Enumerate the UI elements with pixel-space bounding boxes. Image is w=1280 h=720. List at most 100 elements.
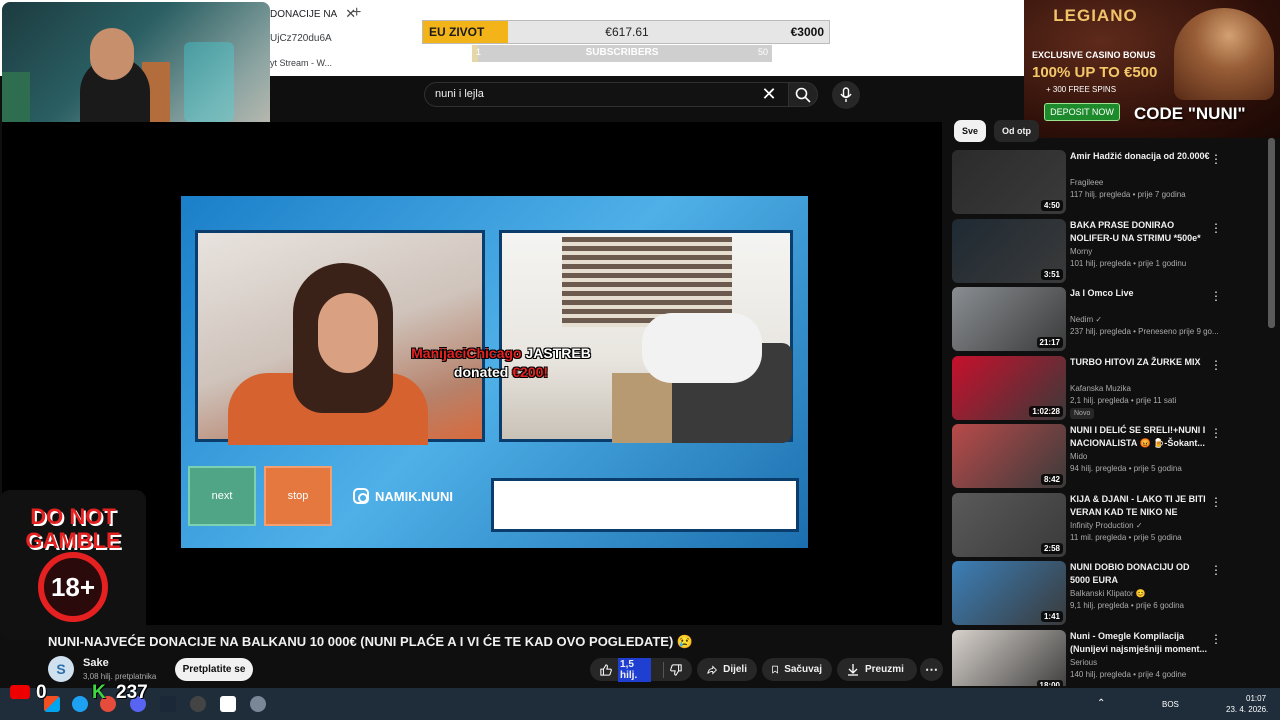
rec-title[interactable]: KIJA & DJANI - LAKO TI JE BITI VERAN KAD… <box>1070 493 1212 519</box>
obs-icon[interactable] <box>190 696 206 712</box>
search-input[interactable]: nuni i lejla <box>424 82 790 107</box>
more-vert-icon[interactable]: ⋮ <box>1210 289 1222 303</box>
rec-channel[interactable]: Morny <box>1070 247 1092 256</box>
video-pane-right <box>499 230 793 443</box>
bookmark-icon <box>772 665 778 674</box>
rec-channel[interactable]: Nedim ✓ <box>1070 315 1102 324</box>
more-actions-button[interactable]: ⋯ <box>920 658 943 681</box>
ad-brand: LEGIANO <box>1053 6 1138 25</box>
rec-title[interactable]: BAKA PRASE DONIRAO NOLIFER-U NA STRIMU *… <box>1070 219 1212 245</box>
donation-goal-bar: €617.61 EU ZIVOT €3000 <box>422 20 830 44</box>
channel-name[interactable]: Sake <box>83 657 109 669</box>
clear-search-icon[interactable]: ✕ <box>760 84 778 104</box>
subscribe-button[interactable]: Pretplatite se <box>175 658 253 681</box>
video-thumbnail[interactable]: 21:17 <box>952 287 1066 351</box>
video-thumbnail[interactable]: 2:58 <box>952 492 1066 557</box>
duration-badge: 4:50 <box>1040 200 1063 211</box>
rec-channel[interactable]: Fragileee <box>1070 178 1103 187</box>
duration-badge: 2:58 <box>1040 542 1063 554</box>
list-item[interactable]: 1:41 NUNI DOBIO DONACIJU OD 5000 EURA Balk… <box>952 561 1270 625</box>
rec-title[interactable]: NUNI DOBIO DONACIJU OD 5000 EURA <box>1070 561 1212 587</box>
rec-title[interactable]: TURBO HITOVI ZA ŽURKE MIX <box>1070 356 1212 369</box>
new-tab-button[interactable]: + <box>352 4 361 22</box>
list-item[interactable]: 21:17 Ja I Omco Live Nedim ✓ 237 hilj. preg… <box>952 287 1270 351</box>
search-query: nuni i lejla <box>435 88 484 100</box>
voice-search-button[interactable] <box>832 81 860 109</box>
rec-title[interactable]: Nuni - Omegle Kompilacija (Nunijevi najs… <box>1070 630 1212 656</box>
donor-name: ManijaciChicago <box>411 345 522 361</box>
chip-uploader[interactable]: Od otp <box>994 120 1040 142</box>
ad-line1: EXCLUSIVE CASINO BONUS <box>1032 50 1156 60</box>
share-button[interactable]: Dijeli <box>697 658 757 681</box>
list-item[interactable]: 2:58 KIJA & DJANI - LAKO TI JE BITI VERAN… <box>952 492 1270 557</box>
bookmark-item[interactable]: yt Stream - W... <box>270 58 332 68</box>
duration-badge: 21:17 <box>1036 337 1063 348</box>
rec-meta: 101 hilj. pregleda • prije 1 godinu <box>1070 258 1187 268</box>
sidebar-scrollbar[interactable] <box>1268 138 1275 328</box>
language-indicator[interactable]: BOS <box>1162 700 1179 709</box>
settings-icon[interactable] <box>250 696 266 712</box>
new-badge: Novo <box>1070 407 1095 419</box>
rec-title[interactable]: NUNI I DELIĆ SE SRELI!+NUNI I NACIONALIS… <box>1070 424 1212 450</box>
search-button[interactable] <box>788 82 818 107</box>
more-vert-icon[interactable]: ⋮ <box>1210 632 1222 646</box>
save-label: Sačuvaj <box>784 664 822 675</box>
rec-channel[interactable]: Mido <box>1070 452 1087 461</box>
thumbs-down-icon[interactable] <box>670 663 682 677</box>
donation-alert: ManijaciChicago JASTREB donated €200! <box>391 344 611 382</box>
rec-channel[interactable]: Infinity Production ✓ <box>1070 521 1143 530</box>
streamdeck-icon[interactable] <box>220 696 236 712</box>
clock-time[interactable]: 01:07 <box>1246 694 1266 703</box>
windows-taskbar: ⌃ BOS 01:07 23. 4. 2026. <box>0 685 1280 720</box>
rec-channel[interactable]: Balkanski Klipator 😊 <box>1070 589 1146 598</box>
video-thumbnail[interactable]: 4:50 <box>952 150 1066 214</box>
video-thumbnail[interactable]: 8:42 <box>952 424 1066 488</box>
rec-meta: 237 hilj. pregleda • Preneseno prije 9 g… <box>1070 327 1219 336</box>
rec-meta: 94 hilj. pregleda • prije 5 godina <box>1070 464 1182 473</box>
edge-icon[interactable] <box>72 696 88 712</box>
list-item[interactable]: 18:00 Nuni - Omegle Kompilacija (Nunijevi… <box>952 629 1270 686</box>
list-item[interactable]: 1:02:28 TURBO HITOVI ZA ŽURKE MIX Kafanska… <box>952 355 1270 420</box>
more-vert-icon[interactable]: ⋮ <box>1210 495 1222 509</box>
like-button[interactable]: 1,5 hilj. <box>590 657 692 682</box>
video-thumbnail[interactable]: 1:41 <box>952 561 1066 625</box>
goal-target: €3000 <box>790 25 824 39</box>
more-vert-icon[interactable]: ⋮ <box>1210 426 1222 440</box>
tray-chevron-icon[interactable]: ⌃ <box>1097 698 1105 709</box>
like-separator <box>663 661 664 678</box>
download-button[interactable]: Preuzmi <box>837 658 917 681</box>
share-label: Dijeli <box>723 664 747 675</box>
download-label: Preuzmi <box>865 664 904 675</box>
pane-face <box>318 293 378 373</box>
donated-prefix: donated <box>453 364 513 380</box>
duration-badge: 1:41 <box>1040 611 1063 622</box>
omegle-next-button: next <box>188 466 256 526</box>
rec-channel[interactable]: Kafanska Muzika <box>1070 384 1131 393</box>
list-item[interactable]: 4:50 Amir Hadžić donacija od 20.000€ Fragi… <box>952 150 1270 214</box>
more-vert-icon[interactable]: ⋮ <box>1210 221 1222 235</box>
filter-chips: Sve Od otp <box>954 120 1040 142</box>
browser-tab[interactable]: DONACIJE NA ✕ <box>270 3 356 25</box>
chip-all[interactable]: Sve <box>954 120 987 142</box>
rec-channel[interactable]: Serious <box>1070 658 1097 667</box>
more-vert-icon[interactable]: ⋮ <box>1210 563 1222 577</box>
rec-title[interactable]: Amir Hadžić donacija od 20.000€ <box>1070 150 1212 163</box>
avatar[interactable]: S <box>48 656 74 682</box>
more-vert-icon[interactable]: ⋮ <box>1210 358 1222 372</box>
list-item[interactable]: 3:51 BAKA PRASE DONIRAO NOLIFER-U NA STRI… <box>952 218 1270 283</box>
video-thumbnail[interactable]: 1:02:28 <box>952 355 1066 420</box>
microphone-icon <box>840 87 852 102</box>
video-frame: ManijaciChicago JASTREB donated €200! ne… <box>181 196 808 548</box>
video-thumbnail[interactable]: 18:00 <box>952 629 1066 686</box>
clock-date[interactable]: 23. 4. 2026. <box>1226 705 1268 714</box>
address-bar[interactable]: UjCz720du6A <box>270 33 332 44</box>
ad-line2: 100% UP TO €500 <box>1032 64 1158 81</box>
video-thumbnail[interactable]: 3:51 <box>952 218 1066 283</box>
list-item[interactable]: 8:42 NUNI I DELIĆ SE SRELI!+NUNI I NACION… <box>952 424 1270 488</box>
more-vert-icon[interactable]: ⋮ <box>1210 152 1222 166</box>
steam-icon[interactable] <box>160 696 176 712</box>
rec-title[interactable]: Ja I Omco Live <box>1070 287 1212 300</box>
k-icon: K <box>92 682 106 703</box>
save-button[interactable]: Sačuvaj <box>762 658 832 681</box>
duration-badge: 3:51 <box>1040 268 1063 280</box>
